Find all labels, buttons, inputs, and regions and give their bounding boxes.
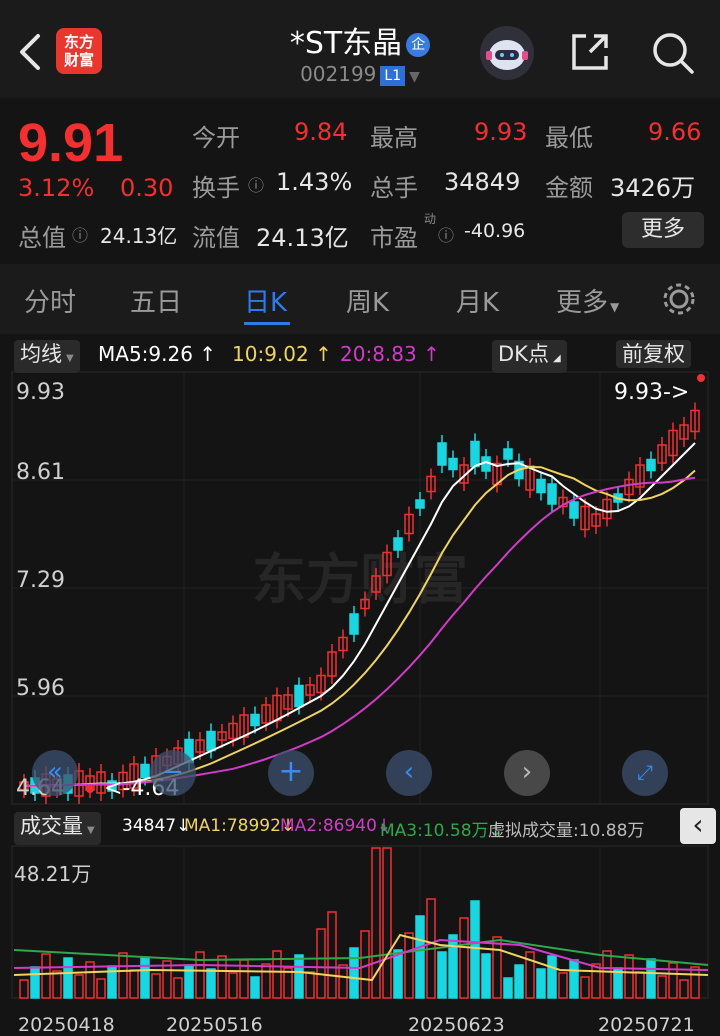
- volume-bar: [591, 963, 601, 999]
- volume-bar: [228, 972, 238, 999]
- volume-bar: [393, 949, 403, 999]
- volume-y-max: 48.21万: [14, 862, 92, 886]
- volume-bar: [140, 956, 150, 999]
- volume-bar: [305, 971, 315, 999]
- volume-bar: [569, 959, 579, 999]
- volume-bar: [470, 900, 480, 999]
- volume-bar: [415, 915, 425, 999]
- volume-bar: [646, 958, 656, 999]
- volume-bar: [536, 968, 546, 999]
- volume-bar: [679, 979, 689, 999]
- vol-ma2-text: MA2:86940: [280, 816, 377, 836]
- ma10-line: [23, 465, 696, 787]
- volume-bar: [437, 951, 447, 999]
- ma20-line: [23, 476, 696, 787]
- volume-current: 34847↓: [122, 816, 190, 836]
- caret-down-icon: ▼: [87, 825, 95, 836]
- volume-bar: [30, 966, 40, 999]
- volume-bar: [635, 971, 645, 999]
- volume-bar: [261, 963, 271, 999]
- zoom-in-icon[interactable]: +: [268, 750, 314, 796]
- candle-body: [206, 730, 216, 752]
- virtual-volume: 虚拟成交量:10.88万: [488, 821, 645, 841]
- low-point-dot: [86, 785, 94, 793]
- chevron-left-icon[interactable]: ‹: [386, 750, 432, 796]
- y-label-3: 7.29: [16, 568, 65, 593]
- volume-bar: [173, 977, 183, 999]
- volume-bar: [118, 952, 128, 999]
- high-point-dot: [697, 374, 705, 382]
- volume-bar: [602, 950, 612, 999]
- volume-bar: [657, 975, 667, 999]
- volume-bar: [547, 955, 557, 999]
- volume-bar: [217, 955, 227, 999]
- volume-bar: [580, 976, 590, 999]
- volume-selector[interactable]: 成交量 ▼: [14, 812, 101, 845]
- volume-bar: [503, 977, 513, 999]
- volume-bar: [96, 978, 106, 999]
- candle-body: [569, 501, 579, 519]
- candle-body: [536, 478, 546, 494]
- candle-body: [393, 537, 403, 551]
- volume-bar: [492, 936, 502, 999]
- volume-current-text: 34847: [122, 816, 177, 836]
- volume-bar: [327, 911, 337, 999]
- candle-body: [503, 448, 513, 460]
- volume-bar: [371, 847, 381, 999]
- candle-body: [437, 442, 447, 466]
- volume-bar: [668, 962, 678, 999]
- volume-bar: [459, 917, 469, 999]
- fullscreen-icon[interactable]: ⤢: [622, 750, 668, 796]
- y-label-max: 9.93: [16, 380, 65, 405]
- volume-bar: [382, 847, 392, 999]
- candle-body: [646, 458, 656, 472]
- vol-ma1: MA1:78992↓: [184, 816, 295, 836]
- volume-bar: [294, 954, 304, 999]
- volume-bar: [250, 976, 260, 999]
- volume-bar: [129, 969, 139, 999]
- volume-bar: [624, 954, 634, 999]
- watermark: 东方财富: [252, 548, 468, 611]
- candle-body: [448, 457, 458, 471]
- kline-chart[interactable]: 东方财富: [0, 0, 720, 1033]
- y-label-2: 8.61: [16, 460, 65, 485]
- candle-body: [349, 613, 359, 635]
- volume-bar: [514, 964, 524, 999]
- volume-bar: [206, 968, 216, 999]
- volume-bar: [74, 974, 84, 999]
- y-label-4: 5.96: [16, 676, 65, 701]
- volume-bar: [63, 957, 73, 999]
- volume-selector-label: 成交量: [20, 814, 83, 838]
- volume-bar: [52, 970, 62, 999]
- candle-body: [547, 483, 557, 505]
- vol-ma3: MA3:10.58万↓: [380, 816, 503, 841]
- volume-bar: [19, 979, 29, 999]
- volume-bar: [338, 964, 348, 999]
- vol-ma2: MA2:86940↓: [280, 816, 391, 836]
- rewind-icon[interactable]: «: [32, 750, 78, 796]
- collapse-panel-icon[interactable]: ‹: [680, 808, 716, 844]
- volume-bar: [448, 934, 458, 999]
- candle-body: [250, 713, 260, 727]
- volume-bar: [481, 953, 491, 999]
- volume-bar: [558, 972, 568, 999]
- candle-body: [470, 440, 480, 468]
- volume-bar: [151, 973, 161, 999]
- volume-bar: [316, 928, 326, 999]
- volume-bar: [404, 932, 414, 999]
- volume-bar: [349, 947, 359, 999]
- candle-body: [415, 499, 425, 509]
- ma5-line: [23, 442, 696, 787]
- chevron-right-icon[interactable]: ›: [504, 750, 550, 796]
- vol-ma1-text: MA1:78992: [184, 816, 281, 836]
- volume-bar: [690, 966, 700, 999]
- volume-bar: [41, 953, 51, 999]
- vol-ma3-text: MA3:10.58万: [380, 821, 489, 841]
- candle-body: [294, 684, 304, 708]
- high-marker: 9.93->: [614, 380, 690, 405]
- zoom-out-icon[interactable]: −: [150, 750, 196, 796]
